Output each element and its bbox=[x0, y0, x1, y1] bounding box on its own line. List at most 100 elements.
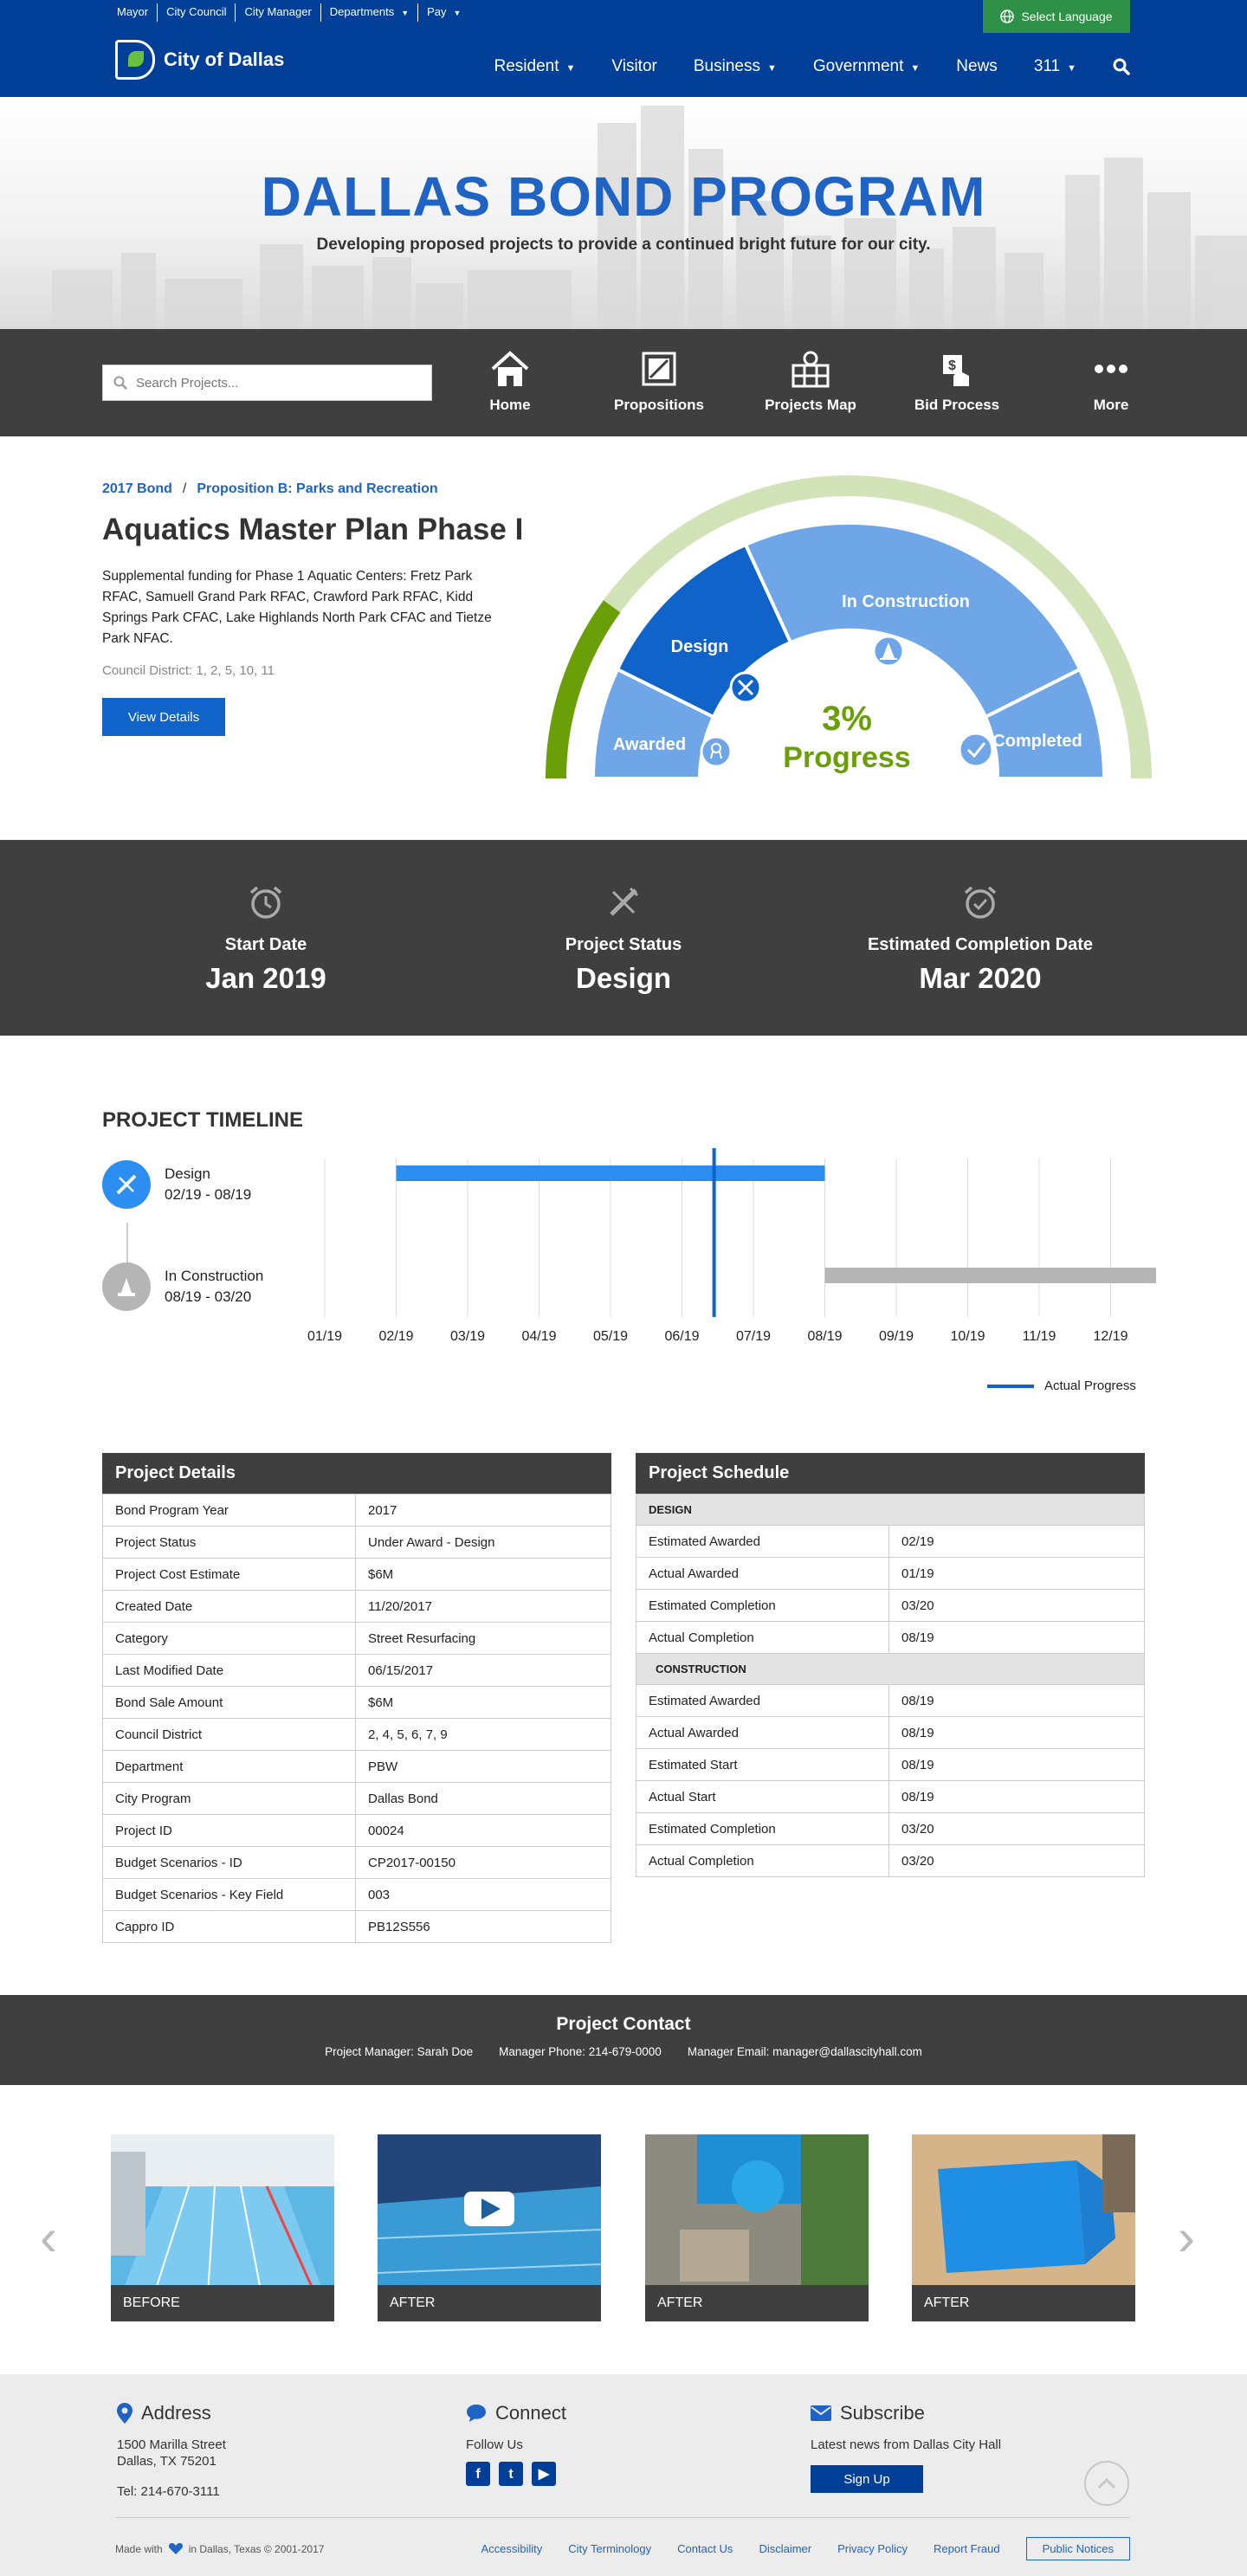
schedule-row: Estimated Completion 03/20 bbox=[636, 1812, 1145, 1845]
twitter-icon[interactable]: t bbox=[499, 2462, 523, 2486]
view-details-button[interactable]: View Details bbox=[102, 698, 225, 736]
util-link-mayor[interactable]: Mayor bbox=[115, 3, 157, 22]
design-tools-icon bbox=[102, 1160, 151, 1209]
gallery-photo[interactable]: BEFORE bbox=[111, 2134, 334, 2321]
breadcrumb-proposition[interactable]: Proposition B: Parks and Recreation bbox=[197, 481, 437, 496]
status-project-status: Project Status Design bbox=[481, 883, 766, 995]
search-icon[interactable] bbox=[1113, 58, 1130, 75]
footer-link-privacy-policy[interactable]: Privacy Policy bbox=[837, 2542, 908, 2555]
timeline-tick-label: 02/19 bbox=[378, 1329, 413, 1344]
facebook-icon[interactable]: f bbox=[466, 2462, 490, 2486]
details-value: CP2017-00150 bbox=[355, 1846, 611, 1879]
footer-link-contact-us[interactable]: Contact Us bbox=[677, 2542, 733, 2555]
toolbar-projects-map[interactable]: Projects Map bbox=[746, 350, 875, 414]
toolbar-more[interactable]: More bbox=[1046, 350, 1176, 414]
gallery-prev-arrow[interactable]: ‹ bbox=[40, 2211, 57, 2263]
schedule-label: Actual Awarded bbox=[636, 1557, 889, 1590]
footer-link-city-terminology[interactable]: City Terminology bbox=[568, 2542, 651, 2555]
details-label: Cappro ID bbox=[102, 1910, 356, 1943]
details-label: Created Date bbox=[102, 1590, 356, 1623]
address-line-2: Dallas, TX 75201 bbox=[117, 2454, 216, 2469]
globe-icon bbox=[1000, 10, 1015, 23]
nav-item-visitor[interactable]: Visitor bbox=[611, 57, 656, 76]
details-row: Cappro ID PB12S556 bbox=[102, 1910, 611, 1943]
util-link-city-manager[interactable]: City Manager bbox=[235, 3, 320, 22]
util-link-pay[interactable]: Pay ▼ bbox=[417, 3, 469, 22]
schedule-label: Estimated Awarded bbox=[636, 1684, 889, 1717]
timeline-tick-label: 08/19 bbox=[807, 1329, 842, 1344]
project-schedule-panel: Project Schedule DESIGN Estimated Awarded… bbox=[636, 1453, 1145, 1877]
footer-link-accessibility[interactable]: Accessibility bbox=[481, 2542, 542, 2555]
schedule-value: 02/19 bbox=[888, 1525, 1145, 1558]
gallery-next-arrow[interactable]: › bbox=[1178, 2211, 1195, 2263]
schedule-row: Actual Awarded 01/19 bbox=[636, 1557, 1145, 1590]
gauge-label-completed: Completed bbox=[992, 732, 1082, 751]
gallery-video[interactable]: AFTER bbox=[378, 2134, 601, 2321]
select-language-button[interactable]: Select Language bbox=[983, 0, 1130, 33]
status-start-date-label: Start Date bbox=[224, 935, 307, 954]
site-footer: Address 1500 Marilla Street Dallas, TX 7… bbox=[0, 2374, 1247, 2576]
status-completion-date-value: Mar 2020 bbox=[919, 962, 1042, 994]
footer-link-report-fraud[interactable]: Report Fraud bbox=[934, 2542, 1000, 2555]
timeline-phase-design: Design 02/19 - 08/19 bbox=[102, 1160, 251, 1209]
gallery-photo[interactable]: AFTER bbox=[912, 2134, 1135, 2321]
contact-email[interactable]: Manager Email: manager@dallascityhall.co… bbox=[688, 2045, 922, 2058]
footer-subscribe-body: Latest news from Dallas City Hall Sign U… bbox=[811, 2437, 1001, 2493]
city-logo-text: City of Dallas bbox=[164, 48, 285, 70]
public-notices-button[interactable]: Public Notices bbox=[1025, 2537, 1130, 2560]
details-label: Bond Program Year bbox=[102, 1494, 356, 1527]
traffic-cone-icon bbox=[872, 635, 905, 668]
project-contact: Project Contact Project Manager: Sarah D… bbox=[0, 1995, 1247, 2085]
nav-item-label: Resident bbox=[494, 57, 559, 75]
toolbar-propositions[interactable]: Propositions bbox=[594, 350, 724, 414]
city-logo-mark bbox=[115, 40, 155, 80]
youtube-icon[interactable]: ▶ bbox=[532, 2462, 556, 2486]
footer-divider bbox=[115, 2517, 1130, 2518]
city-logo[interactable]: City of Dallas bbox=[115, 40, 284, 80]
nav-item-business[interactable]: Business ▼ bbox=[694, 57, 777, 76]
hero-title: DALLAS BOND PROGRAM bbox=[261, 165, 986, 228]
status-completion-date-label: Estimated Completion Date bbox=[867, 935, 1094, 954]
schedule-label: Actual Awarded bbox=[636, 1716, 889, 1749]
footer-address: Address 1500 Marilla Street Dallas, TX 7… bbox=[117, 2402, 226, 2500]
status-project-status-value: Design bbox=[575, 962, 672, 994]
nav-item-resident[interactable]: Resident ▼ bbox=[494, 57, 576, 76]
sign-up-button[interactable]: Sign Up bbox=[811, 2465, 923, 2493]
breadcrumb-bond[interactable]: 2017 Bond bbox=[102, 481, 172, 496]
footer-address-body: 1500 Marilla Street Dallas, TX 75201 Tel… bbox=[117, 2437, 226, 2500]
chat-bubble-icon bbox=[467, 2405, 486, 2422]
details-row: Budget Scenarios - Key Field 003 bbox=[102, 1878, 611, 1911]
details-label: Department bbox=[102, 1750, 356, 1783]
timeline-legend: Actual Progress bbox=[987, 1378, 1136, 1393]
schedule-label: Actual Completion bbox=[636, 1621, 889, 1654]
details-row: Category Street Resurfacing bbox=[102, 1622, 611, 1655]
nav-item-311[interactable]: 311 ▼ bbox=[1034, 57, 1076, 76]
select-language-label: Select Language bbox=[1021, 10, 1113, 23]
toolbar-more-label: More bbox=[1093, 397, 1129, 413]
details-value: PBW bbox=[355, 1750, 611, 1783]
legend-swatch bbox=[987, 1384, 1034, 1388]
timeline-tick-label: 03/19 bbox=[450, 1329, 485, 1344]
schedule-section-title: CONSTRUCTION bbox=[636, 1653, 1145, 1685]
back-to-top-button[interactable] bbox=[1084, 2461, 1129, 2506]
footer-telephone: Tel: 214-670-3111 bbox=[117, 2484, 220, 2499]
design-tools-icon bbox=[729, 671, 762, 704]
status-start-date: Start Date Jan 2019 bbox=[123, 883, 409, 995]
toolbar-bid-process[interactable]: $ Bid Process bbox=[892, 350, 1022, 414]
envelope-icon bbox=[811, 2405, 831, 2421]
nav-item-news[interactable]: News bbox=[956, 57, 998, 76]
schedule-label: Actual Completion bbox=[636, 1844, 889, 1877]
util-link-departments[interactable]: Departments ▼ bbox=[320, 3, 417, 22]
project-search-input[interactable] bbox=[136, 375, 413, 391]
details-label: Bond Sale Amount bbox=[102, 1686, 356, 1719]
toolbar-home[interactable]: Home bbox=[445, 350, 575, 414]
gauge-label-design: Design bbox=[671, 637, 729, 656]
util-link-city-council[interactable]: City Council bbox=[157, 3, 235, 22]
schedule-row: Actual Completion 08/19 bbox=[636, 1621, 1145, 1654]
footer-link-disclaimer[interactable]: Disclaimer bbox=[759, 2542, 811, 2555]
utility-links: Mayor City Council City Manager Departme… bbox=[115, 3, 469, 22]
gallery-photo[interactable]: AFTER bbox=[645, 2134, 869, 2321]
nav-item-government[interactable]: Government ▼ bbox=[813, 57, 920, 76]
subscribe-text: Latest news from Dallas City Hall bbox=[811, 2437, 1002, 2452]
timeline-tick-label: 05/19 bbox=[593, 1329, 628, 1344]
